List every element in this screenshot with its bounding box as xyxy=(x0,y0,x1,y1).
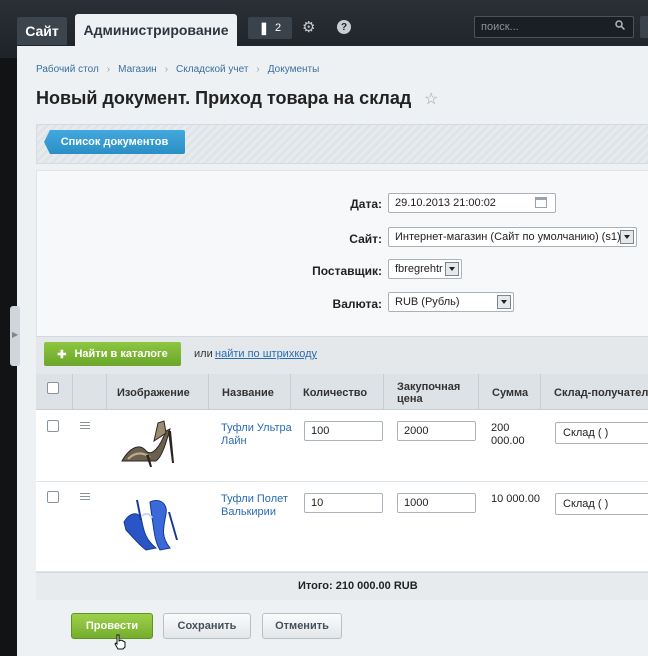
column-divider xyxy=(383,374,384,410)
column-header-sum[interactable]: Сумма xyxy=(492,387,528,399)
select-all-checkbox[interactable] xyxy=(47,382,59,394)
breadcrumb-separator: › xyxy=(106,64,111,75)
currency-label: Валюта: xyxy=(332,297,382,311)
site-select[interactable]: Интернет-магазин (Сайт по умолчанию) (s1… xyxy=(388,227,637,247)
currency-value: RUB (Рубль) xyxy=(395,296,460,308)
star-icon[interactable]: ☆ xyxy=(424,89,438,109)
product-name-link[interactable]: Туфли Ультра Лайн xyxy=(221,422,292,448)
warehouse-select[interactable]: Склад ( ) xyxy=(555,493,648,515)
notifications-count: 2 xyxy=(274,22,282,34)
column-header-price[interactable]: Закупочная цена xyxy=(397,381,460,405)
column-header-quantity[interactable]: Количество xyxy=(303,387,367,399)
find-by-barcode-link[interactable]: найти по штрихкоду xyxy=(215,348,317,360)
find-in-catalog-button[interactable]: ✚ Найти в каталоге xyxy=(44,342,181,366)
date-label: Дата: xyxy=(350,197,382,211)
chevron-down-icon xyxy=(445,262,459,276)
gear-icon[interactable]: ⚙ xyxy=(302,18,315,36)
sidebar-toggle[interactable]: ▶ xyxy=(10,306,20,366)
currency-select[interactable]: RUB (Рубль) xyxy=(388,292,514,312)
help-icon[interactable]: ? xyxy=(337,20,351,34)
calendar-icon[interactable] xyxy=(535,197,547,208)
search-input[interactable]: поиск... xyxy=(474,16,634,38)
page-title: Новый документ. Приход товара на склад xyxy=(36,88,412,108)
chevron-down-icon xyxy=(620,230,634,244)
warehouse-select[interactable]: Склад ( ) xyxy=(555,422,648,444)
row-sum: 200 000.00 xyxy=(491,422,525,448)
breadcrumb-item[interactable]: Магазин xyxy=(118,64,157,75)
product-image-valkyrie xyxy=(116,492,184,558)
or-text: или xyxy=(194,348,213,360)
site-label: Сайт: xyxy=(349,232,382,246)
column-divider xyxy=(72,374,73,410)
document-form xyxy=(36,170,648,340)
search-placeholder: поиск... xyxy=(481,21,519,33)
column-divider xyxy=(106,374,107,410)
price-input[interactable]: 1000 xyxy=(397,493,476,513)
column-divider xyxy=(540,374,541,410)
save-button[interactable]: Сохранить xyxy=(163,613,251,639)
quantity-input[interactable]: 100 xyxy=(304,421,383,441)
drag-handle-icon[interactable] xyxy=(80,493,90,500)
site-value: Интернет-магазин (Сайт по умолчанию) (s1… xyxy=(395,231,621,243)
breadcrumb-item[interactable]: Складской учет xyxy=(176,64,248,75)
product-name-line: Туфли Полет xyxy=(221,493,288,505)
date-field[interactable]: 29.10.2013 21:00:02 xyxy=(388,193,556,213)
tab-site[interactable]: Сайт xyxy=(17,17,67,45)
post-button[interactable]: Провести xyxy=(71,613,153,639)
product-image-ultra-line xyxy=(116,417,184,473)
notifications-button[interactable]: ❚ 2 xyxy=(248,17,292,39)
breadcrumb-separator: › xyxy=(164,64,169,75)
chevron-right-icon: ▶ xyxy=(12,330,19,339)
search-icon xyxy=(615,20,625,30)
column-divider xyxy=(208,374,209,410)
column-header-price-line2: цена xyxy=(397,393,423,405)
breadcrumb: Рабочий стол › Магазин › Складской учет … xyxy=(36,64,319,75)
row-checkbox[interactable] xyxy=(47,491,59,503)
notification-icon: ❚ xyxy=(258,21,269,35)
row-sum-line: 000.00 xyxy=(491,435,525,447)
column-header-name[interactable]: Название xyxy=(222,387,274,399)
column-header-warehouse[interactable]: Склад-получатель xyxy=(554,387,648,399)
product-name-line: Валькирии xyxy=(221,506,276,518)
row-sum: 10 000.00 xyxy=(491,493,540,506)
row-sum-line: 200 xyxy=(491,422,510,434)
topbar-menu-button[interactable] xyxy=(640,16,648,38)
hand-cursor-icon xyxy=(114,634,126,650)
breadcrumb-item[interactable]: Рабочий стол xyxy=(36,64,99,75)
product-name-link[interactable]: Туфли Полет Валькирии xyxy=(221,493,288,519)
breadcrumb-separator: › xyxy=(256,64,260,75)
total-amount: Итого: 210 000.00 RUB xyxy=(298,580,418,592)
document-list-button[interactable]: Список документов xyxy=(44,130,185,154)
supplier-label: Поставщик: xyxy=(312,264,382,278)
product-name-line: Лайн xyxy=(221,435,247,447)
supplier-value: fbregrehtr xyxy=(395,263,443,275)
drag-handle-icon[interactable] xyxy=(80,422,90,429)
find-in-catalog-label: Найти в каталоге xyxy=(74,348,168,360)
price-input[interactable]: 2000 xyxy=(397,421,476,441)
row-checkbox[interactable] xyxy=(47,420,59,432)
quantity-input[interactable]: 10 xyxy=(304,493,383,513)
cancel-button[interactable]: Отменить xyxy=(262,613,342,639)
plus-icon: ✚ xyxy=(57,348,67,361)
column-divider xyxy=(478,374,479,410)
tab-administration[interactable]: Администрирование xyxy=(75,14,237,46)
chevron-down-icon xyxy=(497,295,511,309)
column-header-image[interactable]: Изображение xyxy=(117,387,190,399)
breadcrumb-item[interactable]: Документы xyxy=(268,64,320,75)
date-value: 29.10.2013 21:00:02 xyxy=(395,197,496,209)
product-name-line: Туфли Ультра xyxy=(221,422,292,434)
row-sum-line: 10 000.00 xyxy=(491,493,540,505)
column-header-price-line1: Закупочная xyxy=(397,381,461,393)
column-divider xyxy=(290,374,291,410)
supplier-select[interactable]: fbregrehtr xyxy=(388,259,462,279)
